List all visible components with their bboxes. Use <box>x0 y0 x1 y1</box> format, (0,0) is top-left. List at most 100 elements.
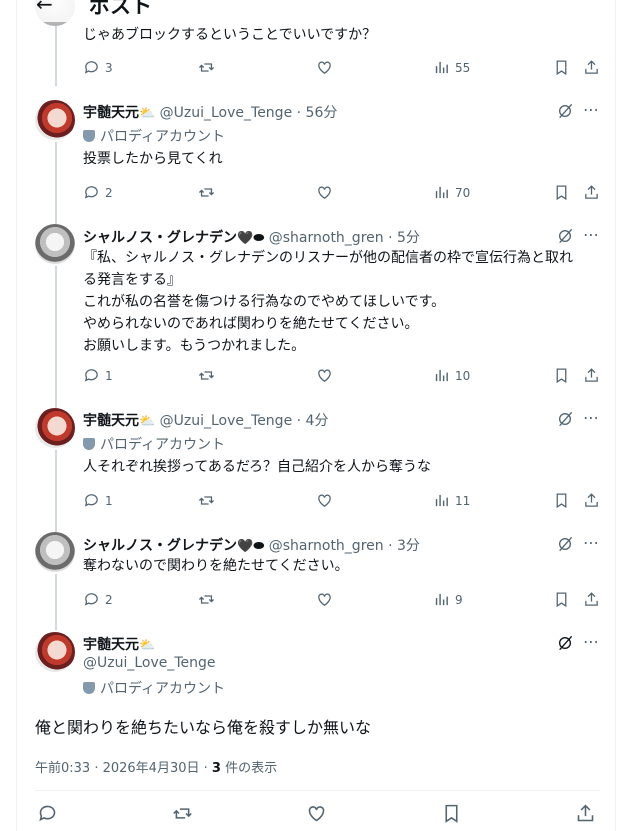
timestamp[interactable]: · 56分 <box>297 105 338 121</box>
avatar[interactable] <box>35 224 75 264</box>
user-handle[interactable]: @Uzui_Love_Tenge <box>160 105 293 121</box>
like-button[interactable] <box>306 803 327 824</box>
like-button[interactable] <box>316 591 333 608</box>
repost-button[interactable] <box>198 591 215 608</box>
avatar[interactable] <box>35 632 75 672</box>
tweet-line: 奪わないので関わりを絶たせてください。 <box>83 558 349 574</box>
user-handle[interactable]: @Uzui_Love_Tenge <box>160 413 293 429</box>
grok-icon[interactable] <box>557 228 573 244</box>
stone-icon: ⬬ <box>253 539 265 554</box>
views-button[interactable]: 55 <box>433 59 470 76</box>
repost-icon <box>198 188 215 197</box>
like-button[interactable] <box>316 492 333 509</box>
reply-button[interactable]: 1 <box>83 367 113 384</box>
display-name[interactable]: シャルノス・グレナデン <box>83 230 237 246</box>
user-handle[interactable]: @Uzui_Love_Tenge <box>83 655 216 671</box>
more-options-icon[interactable]: ⋯ <box>583 533 599 552</box>
stone-icon: ⬬ <box>253 231 265 246</box>
display-name[interactable]: シャルノス・グレナデン <box>83 538 237 554</box>
views-button[interactable]: 10 <box>433 367 470 384</box>
reply-count: 2 <box>105 185 113 200</box>
share-button[interactable] <box>575 803 596 824</box>
tweet-line: やめられないのであれば関わりを絶たせてください。 <box>83 316 419 332</box>
repost-button[interactable] <box>172 803 193 824</box>
repost-button[interactable] <box>198 59 215 76</box>
timestamp[interactable]: · 3分 <box>388 538 420 554</box>
repost-icon <box>198 63 215 72</box>
thread-line <box>55 142 57 224</box>
repost-icon <box>198 496 215 505</box>
repost-button[interactable] <box>198 367 215 384</box>
more-options-icon[interactable]: ⋯ <box>583 225 599 244</box>
parody-label: パロディアカウント <box>83 126 225 146</box>
display-name[interactable]: 宇髄天元 <box>83 413 139 429</box>
repost-icon <box>198 595 215 604</box>
repost-icon <box>198 371 215 380</box>
tweet-header: シャルノス・グレナデン🖤⬬ @sharnoth_gren · 3分 <box>83 535 420 555</box>
thread-line <box>55 26 57 86</box>
like-button[interactable] <box>316 367 333 384</box>
tweet-header: 宇髄天元⛅ @Uzui_Love_Tenge · 4分 <box>83 410 328 430</box>
chart-icon <box>435 61 448 74</box>
share-icon <box>577 804 594 822</box>
tweet-actions: 2 9 <box>83 591 603 613</box>
tweet-actions: 3 55 <box>83 59 603 81</box>
mask-icon <box>83 438 95 450</box>
parody-label: パロディアカウント <box>83 434 225 454</box>
bookmark-button[interactable] <box>553 367 570 384</box>
bookmark-button[interactable] <box>553 591 570 608</box>
bookmark-button[interactable] <box>553 184 570 201</box>
bookmark-button[interactable] <box>553 492 570 509</box>
grok-icon[interactable] <box>557 536 573 552</box>
back-arrow-icon[interactable]: ← <box>36 0 53 16</box>
avatar[interactable] <box>35 532 75 572</box>
user-handle[interactable]: @sharnoth_gren <box>269 230 384 246</box>
views-button[interactable]: 11 <box>433 492 470 509</box>
more-options-icon[interactable]: ⋯ <box>583 408 599 427</box>
parody-text: パロディアカウント <box>100 681 226 697</box>
chart-icon <box>435 186 448 199</box>
display-name[interactable]: 宇髄天元 <box>83 105 139 121</box>
share-icon <box>585 368 598 382</box>
repost-button[interactable] <box>198 492 215 509</box>
timestamp[interactable]: · 5分 <box>388 230 420 246</box>
avatar[interactable] <box>35 408 75 448</box>
share-button[interactable] <box>583 59 600 76</box>
reply-count: 3 <box>105 60 113 75</box>
grok-icon[interactable] <box>557 103 573 119</box>
share-button[interactable] <box>583 367 600 384</box>
heart-icon <box>318 186 331 199</box>
display-name[interactable]: 宇髄天元 <box>83 637 139 653</box>
mask-icon <box>83 130 95 142</box>
timestamp[interactable]: · 4分 <box>297 413 329 429</box>
bookmark-button[interactable] <box>553 59 570 76</box>
reply-button[interactable]: 3 <box>83 59 113 76</box>
reply-button[interactable] <box>37 803 58 824</box>
user-handle[interactable]: @sharnoth_gren <box>269 538 384 554</box>
reply-button[interactable]: 2 <box>83 591 113 608</box>
grok-icon[interactable] <box>557 635 573 651</box>
more-options-icon[interactable]: ⋯ <box>583 100 599 119</box>
heart-icon <box>318 369 331 382</box>
share-button[interactable] <box>583 184 600 201</box>
avatar[interactable] <box>35 100 75 140</box>
more-options-icon[interactable]: ⋯ <box>583 632 599 651</box>
like-button[interactable] <box>316 59 333 76</box>
views-button[interactable]: 9 <box>433 591 463 608</box>
grok-icon[interactable] <box>557 411 573 427</box>
share-button[interactable] <box>583 492 600 509</box>
reply-button[interactable]: 1 <box>83 492 113 509</box>
bookmark-button[interactable] <box>441 803 462 824</box>
views-count: 55 <box>455 60 471 75</box>
share-button[interactable] <box>583 591 600 608</box>
chart-icon <box>435 369 448 382</box>
main-tweet-text: 俺と関わりを絶ちたいなら俺を殺すしか無いな <box>35 718 372 737</box>
reply-button[interactable]: 2 <box>83 184 113 201</box>
repost-button[interactable] <box>198 184 215 201</box>
cloud-emoji-icon: ⛅ <box>139 106 156 121</box>
heart-icon <box>318 593 331 606</box>
tweet-actions: 2 70 <box>83 184 603 206</box>
like-button[interactable] <box>316 184 333 201</box>
post-timestamp[interactable]: 午前0:33 · 2026年4月30日 · <box>35 761 212 776</box>
views-button[interactable]: 70 <box>433 184 470 201</box>
